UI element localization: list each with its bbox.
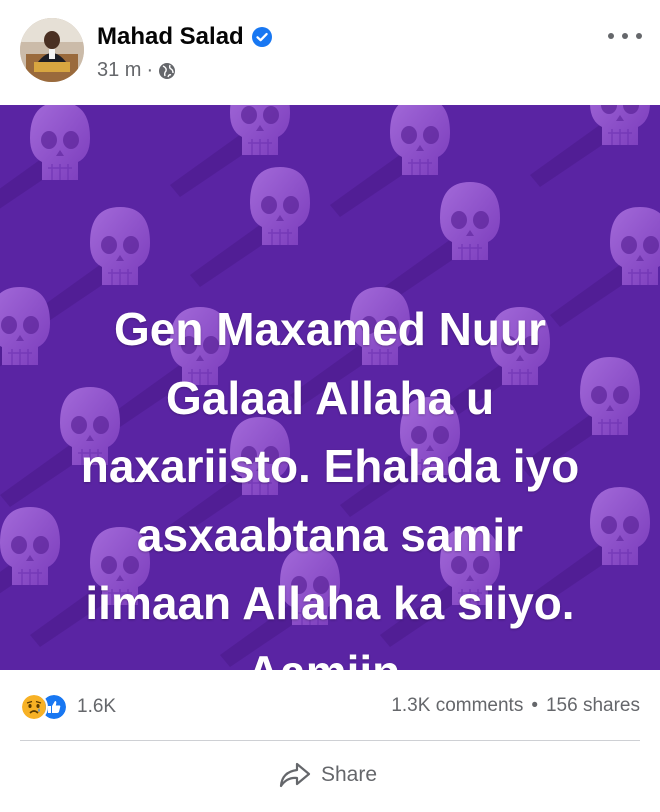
divider xyxy=(20,740,640,741)
post-image-text: Gen Maxamed Nuur Galaal Allaha u naxarii… xyxy=(0,295,660,670)
meta-separator: · xyxy=(146,59,154,81)
avatar-photo xyxy=(20,18,84,82)
shares-count[interactable]: 156 shares xyxy=(546,695,640,717)
more-options-icon[interactable] xyxy=(608,26,642,46)
reactions-summary[interactable]: 1.6K xyxy=(20,693,116,721)
author-row: Mahad Salad xyxy=(97,22,272,52)
post-text-line: Gen Maxamed Nuur xyxy=(114,303,546,355)
author-name[interactable]: Mahad Salad xyxy=(97,23,244,51)
more-dot xyxy=(636,33,642,39)
more-dot xyxy=(608,33,614,39)
reaction-count: 1.6K xyxy=(77,696,117,717)
post-time[interactable]: 31 m xyxy=(97,59,141,82)
verified-badge-icon xyxy=(251,27,272,47)
sad-reaction-icon xyxy=(20,693,48,721)
more-dot xyxy=(622,33,628,39)
post-stats: 1.6K 1.3K comments • 156 shares xyxy=(0,680,660,730)
engagement-counts: 1.3K comments • 156 shares xyxy=(391,695,640,717)
share-button[interactable]: Share xyxy=(278,760,377,790)
comments-count[interactable]: 1.3K comments xyxy=(391,695,523,717)
post-text-line: Galaal Allaha u xyxy=(165,371,495,424)
post-text-line: naxariisto. Ehalada iyo xyxy=(80,440,580,492)
globe-icon xyxy=(159,62,176,79)
post-meta: 31 m · xyxy=(97,59,176,82)
share-label: Share xyxy=(321,763,378,786)
post-header: Mahad Salad 31 m · xyxy=(0,0,660,105)
avatar[interactable] xyxy=(20,18,84,82)
counts-separator: • xyxy=(531,695,538,716)
post-text-line: asxaabtana samir xyxy=(136,508,524,561)
post-text-line: Aamiin. xyxy=(0,638,660,671)
post-image[interactable]: Gen Maxamed Nuur Galaal Allaha u naxarii… xyxy=(0,105,660,670)
post-text-line: iimaan Allaha ka siiyo. xyxy=(85,577,575,629)
share-arrow-icon xyxy=(279,762,311,788)
